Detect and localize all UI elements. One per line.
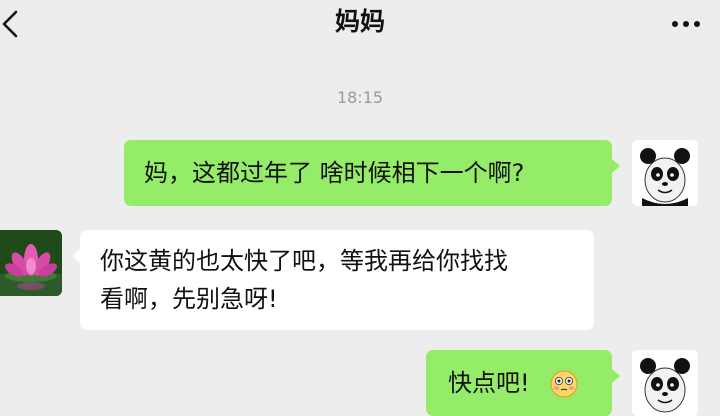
my-avatar[interactable] — [632, 350, 698, 416]
ellipsis-icon — [672, 21, 700, 27]
message-text-line-2: 看啊，先别急呀! — [100, 285, 278, 313]
back-button[interactable] — [0, 8, 24, 40]
bubble-tail — [612, 159, 620, 173]
incoming-message-bubble[interactable]: 你这黄的也太快了吧，等我再给你找找 看啊，先别急呀! — [72, 230, 594, 330]
message-text: 快点吧! — [448, 369, 530, 397]
lotus-flower-avatar-icon — [0, 230, 62, 296]
outgoing-message-bubble[interactable]: 快点吧! — [426, 350, 620, 416]
message-timestamp: 18:15 — [336, 88, 384, 107]
outgoing-message-bubble[interactable]: 妈，这都过年了 啥时候相下一个啊? — [124, 140, 620, 206]
chat-header: 妈妈 — [0, 0, 720, 48]
panda-meme-avatar-icon — [632, 140, 698, 206]
chat-title: 妈妈 — [334, 7, 385, 36]
bubble-tail — [612, 369, 620, 383]
bubble-tail — [72, 249, 80, 263]
panda-meme-avatar-icon — [632, 350, 698, 416]
flushed-face-icon — [550, 370, 578, 398]
message-text-line-1: 你这黄的也太快了吧，等我再给你找找 — [100, 247, 508, 275]
mom-avatar[interactable] — [0, 230, 62, 296]
more-button[interactable] — [670, 12, 702, 36]
chevron-left-icon — [2, 10, 18, 38]
message-text: 妈，这都过年了 啥时候相下一个啊? — [144, 159, 525, 187]
my-avatar[interactable] — [632, 140, 698, 206]
